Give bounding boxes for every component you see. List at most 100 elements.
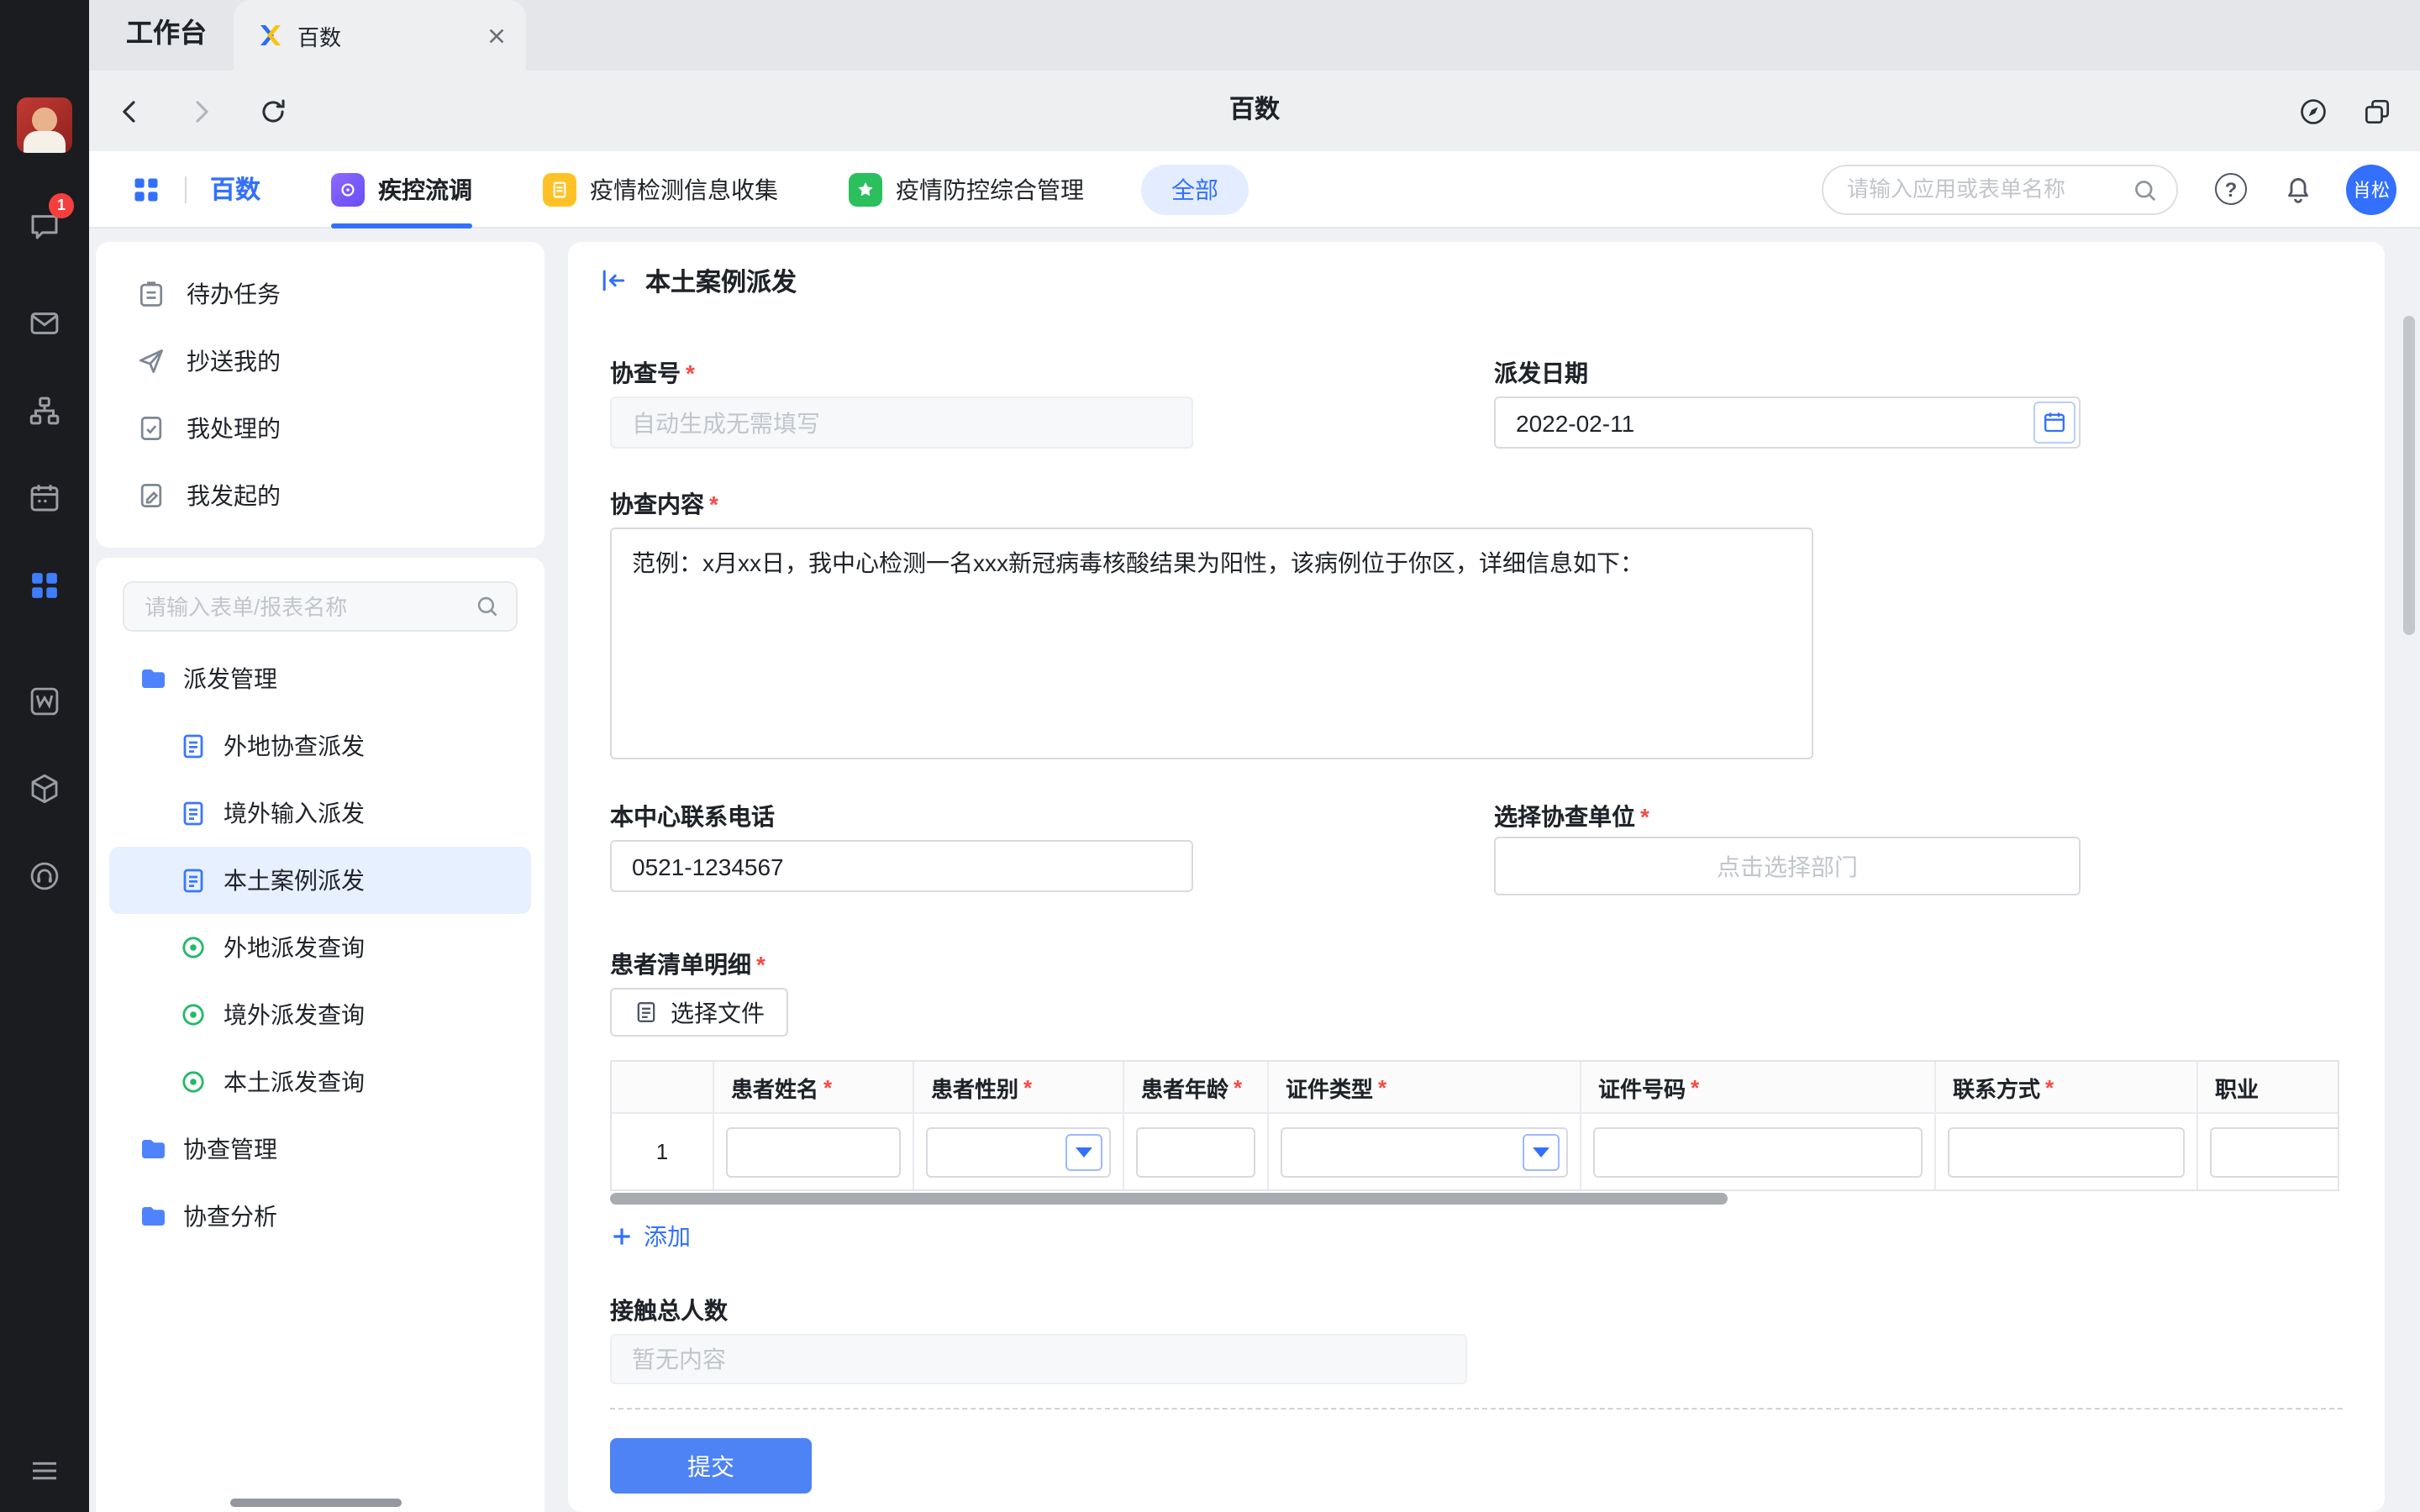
- menu-item-cc-me[interactable]: 抄送我的: [96, 328, 544, 395]
- app-search-input[interactable]: [1823, 165, 2176, 213]
- id-number-input[interactable]: [1593, 1126, 1923, 1177]
- occupation-input[interactable]: [2210, 1126, 2339, 1177]
- doc-icon: [180, 867, 207, 894]
- dispatch-date-input[interactable]: [1494, 396, 2081, 449]
- th-id-type: 证件类型*: [1269, 1062, 1581, 1114]
- gender-dropdown-icon[interactable]: [1065, 1133, 1102, 1170]
- tab-label: 百数: [297, 19, 469, 51]
- row-index: 1: [612, 1114, 714, 1189]
- calendar-icon[interactable]: [22, 475, 67, 521]
- app-icon-yellow: [543, 172, 576, 206]
- tree-folder-xiecha-mgmt[interactable]: 协查管理: [96, 1116, 544, 1183]
- dispatch-date-field: [1494, 396, 2081, 449]
- nav-all-button[interactable]: 全部: [1141, 164, 1249, 214]
- add-row-button[interactable]: 添加: [610, 1216, 691, 1257]
- compass-icon[interactable]: [2292, 91, 2333, 131]
- label-coop-unit: 选择协查单位*: [1494, 800, 1649, 833]
- doc-icon: [180, 800, 207, 827]
- tree-folder-xiecha-analysis[interactable]: 协查分析: [96, 1183, 544, 1250]
- patient-table: 患者姓名* 患者性别* 患者年龄* 证件类型* 证件号码* 联系方式* 职业 1: [610, 1060, 2339, 1191]
- docs-icon[interactable]: [22, 679, 67, 724]
- table-header-row: 患者姓名* 患者性别* 患者年龄* 证件类型* 证件号码* 联系方式* 职业: [612, 1062, 2338, 1114]
- tree-item-bentu-anli[interactable]: 本土案例派发: [109, 847, 531, 914]
- nav-app-yiqingfangkong[interactable]: 疫情防控综合管理: [849, 150, 1084, 228]
- th-gender: 患者性别*: [914, 1062, 1124, 1114]
- browser-toolbar: 百数: [89, 71, 2420, 151]
- cube-icon[interactable]: [22, 766, 67, 811]
- vertical-scrollbar-thumb[interactable]: [2403, 316, 2415, 635]
- folder-icon: [139, 1203, 166, 1230]
- tree-item-jingwai-query[interactable]: 境外派发查询: [96, 981, 544, 1048]
- contact-input[interactable]: [1948, 1126, 2185, 1177]
- label-dispatch-date: 派发日期: [1494, 356, 1588, 390]
- choose-file-button[interactable]: 选择文件: [610, 988, 788, 1037]
- tab-baishu[interactable]: 百数: [234, 0, 526, 71]
- search-icon[interactable]: [2131, 176, 2160, 204]
- menu-item-initiated[interactable]: 我发起的: [96, 462, 544, 529]
- user-chip[interactable]: 肖松: [2346, 164, 2396, 214]
- patient-name-input[interactable]: [726, 1126, 901, 1177]
- file-icon: [634, 1000, 659, 1025]
- label-content: 协查内容*: [610, 487, 718, 521]
- folder-icon: [139, 1136, 166, 1163]
- bell-icon[interactable]: [2281, 171, 2316, 207]
- tree-item-jingwai-shuru[interactable]: 境外输入派发: [96, 780, 544, 847]
- workbench-icon[interactable]: [22, 563, 67, 608]
- table-row: 1: [612, 1114, 2338, 1189]
- content-textarea[interactable]: 范例：x月xx日，我中心检测一名xxx新冠病毒核酸结果为阳性，该病例位于你区，详…: [610, 528, 1813, 759]
- nav-app-jikongliudiao[interactable]: 疾控流调: [331, 150, 472, 228]
- app-search: [1822, 164, 2178, 214]
- plus-icon: [610, 1225, 634, 1248]
- quick-menu-panel: 待办任务 抄送我的 我处理的 我发起的: [96, 242, 544, 548]
- search-icon[interactable]: [474, 593, 501, 620]
- page-title: 百数: [89, 71, 2420, 151]
- org-icon[interactable]: [22, 388, 67, 433]
- th-id-number: 证件号码*: [1581, 1062, 1936, 1114]
- menu-icon[interactable]: [22, 1448, 67, 1494]
- doc-edit-icon: [136, 480, 166, 511]
- user-avatar[interactable]: [17, 97, 72, 153]
- center-phone-input[interactable]: [610, 840, 1193, 892]
- id-type-dropdown-icon[interactable]: [1523, 1133, 1560, 1170]
- form-tree-panel: 派发管理 外地协查派发 境外输入派发 本土案例派发 外地派发查询 境外派发查询: [96, 558, 544, 1512]
- tab-close-icon[interactable]: [482, 22, 509, 49]
- tree-item-waidi-query[interactable]: 外地派发查询: [96, 914, 544, 981]
- table-horizontal-scrollbar[interactable]: [610, 1193, 1728, 1205]
- menu-item-todo[interactable]: 待办任务: [96, 260, 544, 328]
- app-nav: 百数 疾控流调 疫情检测信息收集 疫情防控综合管理 全部 ?: [89, 151, 2420, 228]
- nav-app-yiqingjiance[interactable]: 疫情检测信息收集: [543, 150, 778, 228]
- divider: [185, 176, 187, 202]
- th-age: 患者年龄*: [1124, 1062, 1269, 1114]
- apps-grid-icon[interactable]: [131, 174, 161, 204]
- form-search-input[interactable]: [124, 583, 516, 630]
- calendar-picker-icon[interactable]: [2033, 402, 2075, 444]
- nav-home-baishu[interactable]: 百数: [210, 171, 260, 207]
- menu-item-handled[interactable]: 我处理的: [96, 395, 544, 462]
- label-ref-no: 协查号*: [610, 356, 695, 390]
- coop-unit-input[interactable]: [1494, 837, 2081, 895]
- query-icon: [180, 1068, 207, 1095]
- tree-item-bentu-query[interactable]: 本土派发查询: [96, 1048, 544, 1116]
- total-contacts-input[interactable]: [610, 1334, 1467, 1384]
- doc-check-icon: [136, 413, 166, 444]
- phone-icon[interactable]: [22, 853, 67, 899]
- window-restore-icon[interactable]: [2356, 91, 2396, 131]
- th-occupation: 职业: [2198, 1062, 2339, 1114]
- query-icon: [180, 1001, 207, 1028]
- tree-folder-dispatch[interactable]: 派发管理: [96, 645, 544, 712]
- ref-no-input[interactable]: [610, 396, 1193, 449]
- form-card: 本土案例派发 协查号* 派发日期 协查内容* 范例：x月xx日，我中心检测一名x…: [568, 242, 2385, 1512]
- panel-horizontal-scrollbar[interactable]: [230, 1499, 402, 1507]
- th-index: [612, 1062, 714, 1114]
- patient-age-input[interactable]: [1136, 1126, 1255, 1177]
- submit-button[interactable]: 提交: [610, 1438, 812, 1494]
- send-icon: [136, 346, 166, 376]
- collapse-back-icon[interactable]: [598, 265, 629, 296]
- unread-badge: 1: [49, 193, 74, 218]
- tree-item-waidi-xiecha[interactable]: 外地协查派发: [96, 712, 544, 780]
- help-icon[interactable]: ?: [2215, 173, 2247, 205]
- mail-icon[interactable]: [22, 301, 67, 346]
- th-contact: 联系方式*: [1936, 1062, 2198, 1114]
- baishu-logo-icon: [257, 22, 284, 49]
- app-window: 1 工作台 百数: [0, 0, 2420, 1512]
